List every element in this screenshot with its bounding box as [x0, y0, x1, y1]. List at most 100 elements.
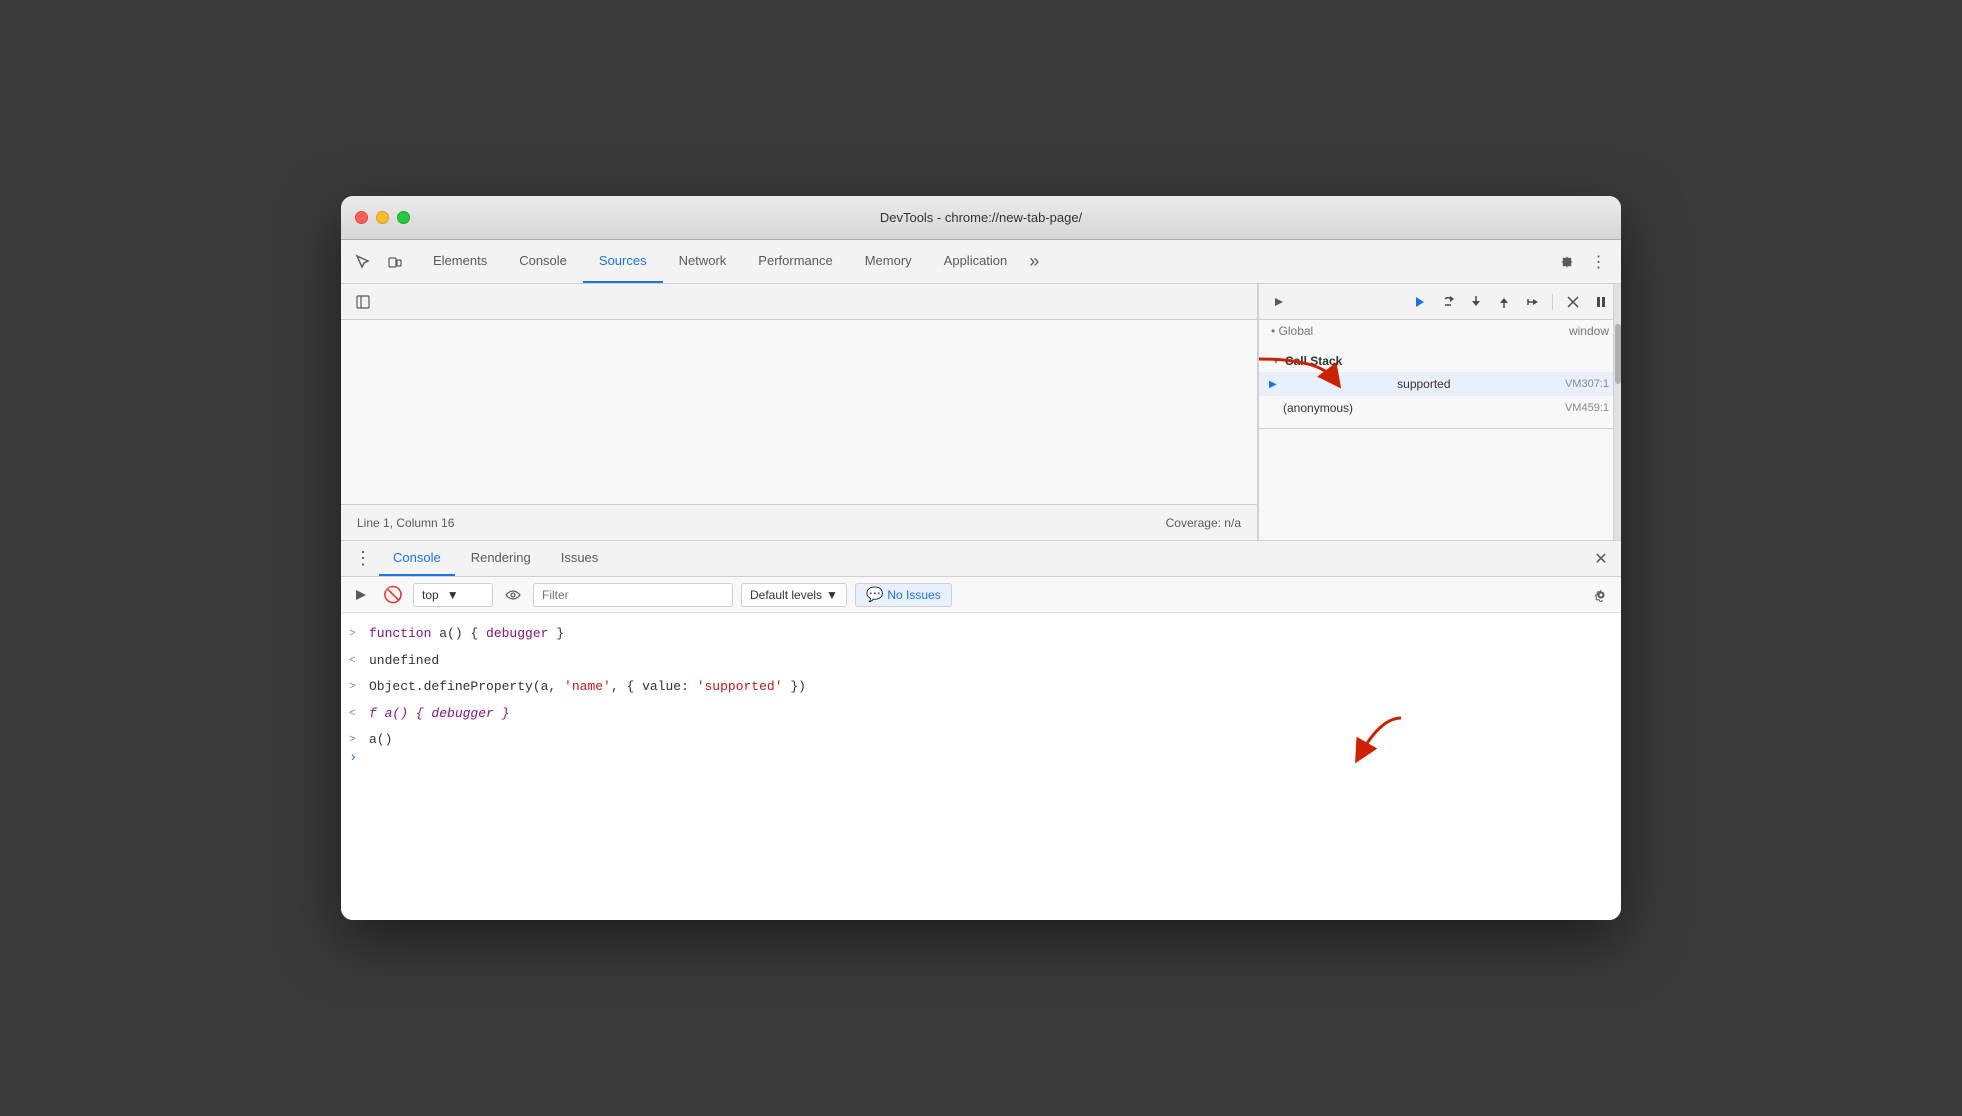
console-row-2: > Object.defineProperty(a, 'name' , { va… — [341, 674, 1621, 701]
sources-panel: Line 1, Column 16 Coverage: n/a — [341, 284, 1258, 540]
console-row-1: < undefined — [341, 648, 1621, 675]
console-row-2-arrow[interactable]: > — [349, 679, 356, 696]
close-traffic-light[interactable] — [355, 211, 368, 224]
console-row-3-arrow[interactable]: < — [349, 706, 356, 723]
deactivate-breakpoints-button[interactable] — [1561, 290, 1585, 314]
context-value: top — [422, 588, 439, 602]
context-select[interactable]: top ▼ — [413, 583, 493, 607]
device-toolbar-button[interactable] — [381, 248, 409, 276]
tab-elements[interactable]: Elements — [417, 240, 503, 283]
code-italic-result: f a() { debugger } — [369, 704, 509, 724]
inspect-element-button[interactable] — [349, 248, 377, 276]
block-network-button[interactable]: 🚫 — [381, 583, 405, 607]
step-button[interactable] — [1520, 290, 1544, 314]
console-tab-issues[interactable]: Issues — [547, 541, 613, 576]
console-row-4-arrow[interactable]: > — [349, 732, 356, 749]
callstack-panel: ▼ Call Stack supported VM307:1 (anonymou… — [1259, 342, 1621, 429]
devtools-window: DevTools - chrome://new-tab-page/ — [341, 196, 1621, 920]
callstack-item-1[interactable]: (anonymous) VM459:1 — [1259, 396, 1621, 420]
tab-application[interactable]: Application — [928, 240, 1024, 283]
resume-button[interactable] — [1408, 290, 1432, 314]
callstack-item-loc-0: VM307:1 — [1565, 378, 1609, 390]
console-tabs-bar: ⋮ Console Rendering Issues ✕ — [341, 541, 1621, 577]
levels-button[interactable]: Default levels ▼ — [741, 583, 847, 607]
filter-input[interactable] — [533, 583, 733, 607]
toolbar-right: ⋮ — [1553, 248, 1613, 276]
toolbar-divider — [1552, 294, 1553, 310]
context-dropdown-icon: ▼ — [447, 588, 459, 602]
tab-network[interactable]: Network — [663, 240, 743, 283]
step-over-button[interactable] — [1436, 290, 1460, 314]
console-prompt-icon: › — [349, 750, 357, 766]
callstack-item-0[interactable]: supported VM307:1 — [1259, 372, 1621, 396]
top-toolbar: Elements Console Sources Network Perform… — [341, 240, 1621, 284]
more-tabs-button[interactable]: » — [1023, 251, 1045, 272]
code-supported-string: 'supported' — [697, 677, 783, 697]
code-undefined: undefined — [369, 651, 439, 671]
step-out-button[interactable] — [1492, 290, 1516, 314]
console-tab-console[interactable]: Console — [379, 541, 455, 576]
close-console-button[interactable]: ✕ — [1589, 547, 1613, 571]
devtools-container: Elements Console Sources Network Perform… — [341, 240, 1621, 920]
expand-panel-button[interactable] — [1267, 290, 1291, 314]
callstack-item-loc-1: VM459:1 — [1565, 402, 1609, 414]
console-row-0-arrow[interactable]: > — [349, 626, 356, 643]
more-options-button[interactable]: ⋮ — [1585, 248, 1613, 276]
code-text-2: } — [548, 624, 564, 644]
step-into-button[interactable] — [1464, 290, 1488, 314]
code-obj-define: Object.defineProperty(a, — [369, 677, 564, 697]
sources-toolbar — [341, 284, 1257, 320]
settings-button[interactable] — [1553, 248, 1581, 276]
levels-label: Default levels — [750, 588, 822, 602]
console-tab-rendering[interactable]: Rendering — [457, 541, 545, 576]
cursor-position: Line 1, Column 16 — [357, 516, 454, 530]
debugger-toolbar — [1259, 284, 1621, 320]
clear-console-button[interactable] — [349, 583, 373, 607]
eye-button[interactable] — [501, 583, 525, 607]
tab-memory[interactable]: Memory — [849, 240, 928, 283]
console-row-1-arrow[interactable]: < — [349, 653, 356, 670]
console-row-3: < f a() { debugger } — [341, 701, 1621, 728]
code-obj-define-3: }) — [783, 677, 806, 697]
title-bar: DevTools - chrome://new-tab-page/ — [341, 196, 1621, 240]
scrollbar[interactable] — [1613, 284, 1621, 540]
callstack-header: ▼ Call Stack — [1259, 350, 1621, 372]
code-keyword-debugger: debugger — [486, 624, 548, 644]
sidebar-toggle-button[interactable] — [349, 288, 377, 316]
maximize-traffic-light[interactable] — [397, 211, 410, 224]
scrollbar-thumb — [1615, 324, 1621, 384]
toolbar-icons — [349, 248, 409, 276]
minimize-traffic-light[interactable] — [376, 211, 389, 224]
code-keyword-function: function — [369, 624, 431, 644]
console-row-4: > a() — [341, 727, 1621, 754]
code-text-1: a() { — [431, 624, 486, 644]
no-issues-label: No Issues — [887, 588, 940, 602]
code-name-string: 'name' — [564, 677, 611, 697]
status-bar: Line 1, Column 16 Coverage: n/a — [341, 504, 1257, 540]
tab-console[interactable]: Console — [503, 240, 583, 283]
pause-on-exceptions-button[interactable] — [1589, 290, 1613, 314]
console-settings-button[interactable] — [1589, 583, 1613, 607]
code-a-call: a() — [369, 730, 392, 750]
tab-sources[interactable]: Sources — [583, 240, 663, 283]
traffic-lights — [355, 211, 410, 224]
no-issues-button[interactable]: 💬 No Issues — [855, 583, 952, 607]
console-toolbar: 🚫 top ▼ Default levels ▼ 💬 — [341, 577, 1621, 613]
code-obj-define-2: , { value: — [611, 677, 697, 697]
tab-performance[interactable]: Performance — [742, 240, 848, 283]
coverage-status: Coverage: n/a — [1166, 516, 1241, 530]
window-title: DevTools - chrome://new-tab-page/ — [880, 210, 1082, 225]
console-more-options-button[interactable]: ⋮ — [349, 545, 377, 573]
debugger-panel: • Global window ▼ Call Stack supported V… — [1258, 284, 1621, 540]
console-content: > function a() { debugger } < undefined … — [341, 613, 1621, 920]
console-input-row: › — [341, 754, 1621, 762]
callstack-item-name-0: supported — [1397, 377, 1450, 391]
console-panel: ⋮ Console Rendering Issues ✕ 🚫 top ▼ — [341, 540, 1621, 920]
callstack-title: Call Stack — [1285, 354, 1342, 368]
nav-tabs: Elements Console Sources Network Perform… — [417, 240, 1553, 283]
no-issues-icon: 💬 — [866, 586, 883, 603]
callstack-item-name-1: (anonymous) — [1283, 401, 1353, 415]
console-row-0: > function a() { debugger } — [341, 621, 1621, 648]
levels-dropdown-icon: ▼ — [826, 588, 838, 602]
scope-truncated: • Global window — [1259, 320, 1621, 342]
